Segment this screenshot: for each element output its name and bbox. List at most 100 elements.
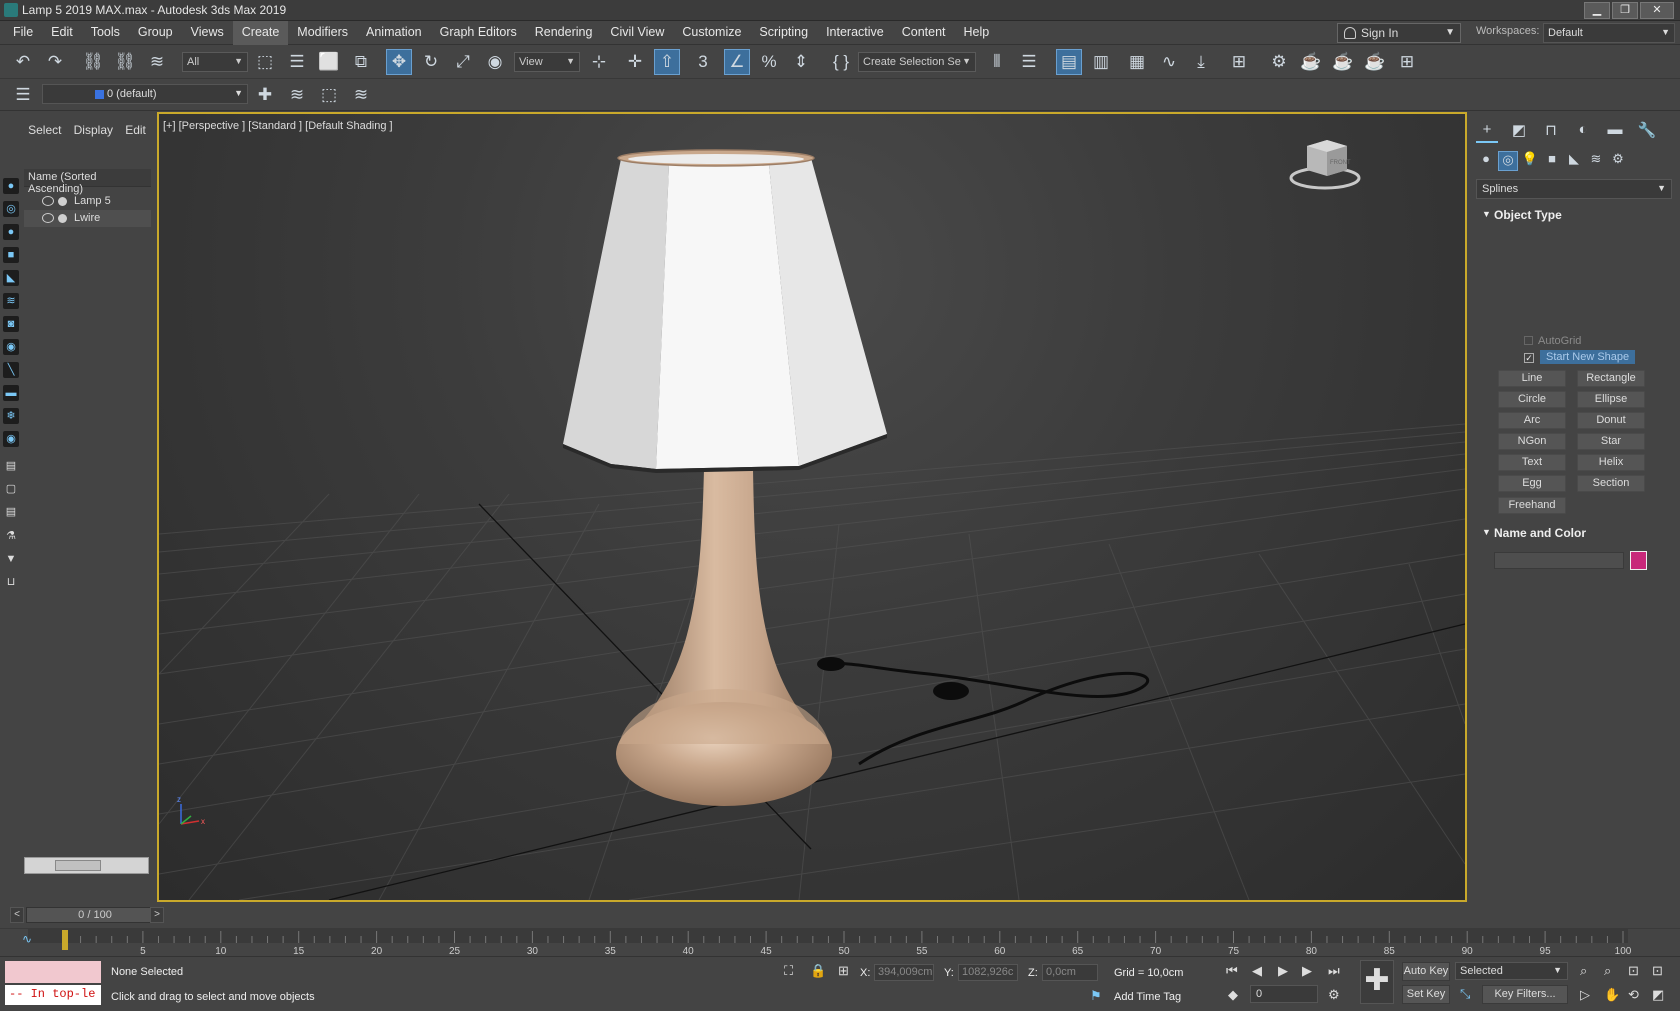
current-frame-field[interactable]: 0 [1250,985,1318,1003]
geometry-icon[interactable]: ● [1476,151,1496,171]
mirror-icon[interactable]: ⫴ [984,49,1010,75]
rectangle-button[interactable]: Rectangle [1577,370,1645,387]
star-button[interactable]: Star [1577,433,1645,450]
zoom-all-icon[interactable]: ⌕ [1604,963,1611,979]
angle-snap-icon[interactable]: ∠ [724,49,750,75]
display-cameras-icon[interactable]: ◣ [3,270,19,286]
arc-button[interactable]: Arc [1498,412,1566,429]
name-and-color-rollout[interactable]: ▼ Name and Color [1476,523,1672,543]
hierarchy-tab-icon[interactable]: ⊓ [1540,121,1562,143]
explorer-item[interactable]: Lwire [24,210,151,227]
maxscript-input[interactable]: -- In top-le [5,985,101,1005]
select-objects-in-layer-icon[interactable]: ⬚ [316,82,342,108]
explorer-item[interactable]: Lamp 5 [24,193,151,210]
donut-button[interactable]: Donut [1577,412,1645,429]
snaps-toggle-icon[interactable]: 3 [690,49,716,75]
key-selection-set-dropdown[interactable]: Selected ▼ [1455,962,1568,980]
default-in-out-tangents-icon[interactable]: ⤡ [1460,986,1470,1002]
zoom-extents-all-icon[interactable]: ⊡ [1652,963,1663,979]
pivot-center-icon[interactable]: ⊹ [586,49,612,75]
create-new-layer-icon[interactable]: ✚ [252,82,278,108]
material-editor-icon[interactable]: ⚙ [1266,49,1292,75]
next-frame-icon[interactable]: ▶ [1302,963,1312,979]
display-lights-icon[interactable]: ■ [3,247,19,263]
menu-group[interactable]: Group [129,21,182,45]
freehand-button[interactable]: Freehand [1498,497,1566,514]
render-in-cloud-icon[interactable]: ⊞ [1394,49,1420,75]
set-key-button[interactable]: Set Key [1402,985,1450,1004]
edit-named-selection-icon[interactable]: { } [828,49,854,75]
select-manipulate-icon[interactable]: ✛ [622,49,648,75]
time-slider-prev-icon[interactable]: < [10,907,24,923]
create-tab-icon[interactable]: + [1476,121,1498,143]
key-mode-icon[interactable]: ◆ [1228,987,1238,1003]
autogrid-checkbox[interactable]: AutoGrid [1524,335,1581,347]
line-button[interactable]: Line [1498,370,1566,387]
rectangular-selection-icon[interactable]: ⬜ [316,49,342,75]
time-slider-thumb[interactable]: 0 / 100 [26,907,164,923]
menu-help[interactable]: Help [955,21,999,45]
menu-scripting[interactable]: Scripting [750,21,817,45]
egg-button[interactable]: Egg [1498,475,1566,492]
link-icon[interactable]: ⛓ [80,49,106,75]
current-layer-dropdown[interactable]: 0 (default) ▼ [42,84,248,104]
invert-display-icon[interactable]: ▤ [3,504,19,520]
scene-explorer-toggle-icon[interactable]: ▤ [1056,49,1082,75]
object-name-input[interactable] [1494,552,1624,569]
absolute-mode-icon[interactable]: ⊞ [838,963,849,979]
menu-edit[interactable]: Edit [42,21,82,45]
explorer-horizontal-scrollbar[interactable] [24,857,149,874]
display-bones-icon[interactable]: ▬ [3,385,19,401]
time-tag-icon[interactable]: ⚑ [1090,988,1102,1004]
time-slider-next-icon[interactable]: > [150,907,164,923]
selection-lock-icon[interactable]: 🔒 [810,963,826,979]
display-xrefs-icon[interactable]: ╲ [3,362,19,378]
go-to-start-icon[interactable]: ⏮ [1226,963,1238,979]
display-helpers-icon[interactable]: ≋ [3,293,19,309]
ellipse-button[interactable]: Ellipse [1577,391,1645,408]
display-containers-icon[interactable]: ❄ [3,408,19,424]
select-by-name-icon[interactable]: ☰ [284,49,310,75]
render-setup-icon[interactable]: ☕ [1298,49,1324,75]
menu-graph-editors[interactable]: Graph Editors [431,21,526,45]
display-shapes-icon[interactable]: ● [3,224,19,240]
bind-spacewarp-icon[interactable]: ≋ [144,49,170,75]
menu-civil-view[interactable]: Civil View [601,21,673,45]
utilities-tab-icon[interactable]: 🔧 [1636,121,1658,143]
isolate-selection-icon[interactable]: ⛶ [784,963,793,979]
ngon-button[interactable]: NGon [1498,433,1566,450]
start-new-shape-checkbox[interactable]: ✓ Start New Shape [1524,350,1636,364]
systems-icon[interactable]: ⚙ [1608,151,1628,171]
render-production-icon[interactable]: ☕ [1362,49,1388,75]
display-tab-icon[interactable]: ▬ [1604,121,1626,143]
display-groups-icon[interactable]: ◉ [3,339,19,355]
filter-toggle-icon[interactable]: ⚗ [3,528,19,544]
viewport-label[interactable]: [+] [Perspective ] [Standard ] [Default … [163,120,393,132]
display-spacewarps-icon[interactable]: ◙ [3,316,19,332]
y-coordinate-field[interactable]: 1082,926c [958,964,1018,981]
undo-icon[interactable]: ↶ [10,49,36,75]
explorer-column-header[interactable]: Name (Sorted Ascending) [24,169,151,195]
modify-tab-icon[interactable]: ◩ [1508,121,1530,143]
perspective-viewport[interactable]: FRONT z x [+] [Perspective ] [Standard ]… [157,112,1467,902]
object-type-rollout[interactable]: ▼ Object Type [1476,205,1672,225]
rendered-frame-window-icon[interactable]: ☕ [1330,49,1356,75]
auto-key-button[interactable]: Auto Key [1402,962,1450,981]
selection-filter-dropdown[interactable]: All ▼ [182,52,248,72]
spinner-snap-icon[interactable]: ⇕ [788,49,814,75]
menu-content[interactable]: Content [893,21,955,45]
cameras-icon[interactable]: ■ [1542,151,1562,171]
menu-animation[interactable]: Animation [357,21,431,45]
z-coordinate-field[interactable]: 0,0cm [1042,964,1098,981]
unlink-icon[interactable]: ⛓ [112,49,138,75]
section-button[interactable]: Section [1577,475,1645,492]
display-frozen-icon[interactable]: ◉ [3,431,19,447]
close-icon[interactable]: ✕ [1640,2,1674,19]
reference-coordinate-dropdown[interactable]: View ▼ [514,52,580,72]
scrollbar-thumb[interactable] [55,860,101,871]
lights-icon[interactable]: 💡 [1520,151,1540,171]
select-move-icon[interactable]: ✥ [386,49,412,75]
maxscript-output[interactable] [5,961,101,983]
workspace-dropdown[interactable]: Default ▼ [1543,23,1675,43]
layer-explorer-icon[interactable]: ▥ [1088,49,1114,75]
